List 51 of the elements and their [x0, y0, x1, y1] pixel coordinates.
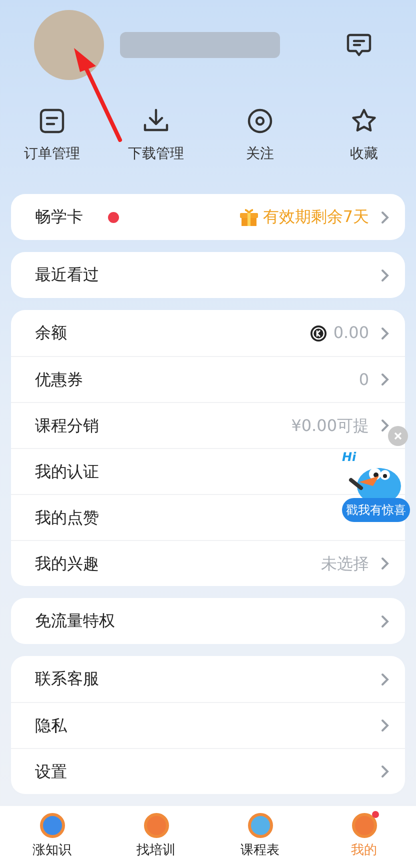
row-value: 未选择 [321, 552, 369, 574]
chevron-right-icon [381, 268, 389, 282]
download-icon [143, 108, 169, 134]
close-icon [394, 432, 402, 440]
message-button[interactable] [346, 32, 372, 58]
menu-row[interactable]: 我的兴趣 未选择 [11, 540, 405, 586]
row-label: 最近看过 [35, 264, 99, 286]
greeting-text: Hi [342, 449, 356, 466]
row-label: 设置 [35, 760, 67, 782]
menu-row[interactable]: 畅学卡 有效期剩余7天 [11, 194, 405, 240]
quick-action-button[interactable]: 下载管理 [104, 106, 208, 186]
tab-button[interactable]: 课程表 [208, 806, 312, 862]
row-label: 隐私 [35, 714, 67, 736]
tab-icon [40, 813, 64, 838]
menu-row[interactable]: 设置 [11, 748, 405, 794]
tab-icon [144, 813, 168, 838]
chevron-right-icon [381, 672, 389, 686]
row-value: ¥0.00可提 [291, 414, 369, 436]
row-label: 优惠券 [35, 368, 83, 390]
row-label: 我的点赞 [35, 506, 99, 528]
menu-row[interactable]: 优惠券 0 [11, 356, 405, 402]
row-label: 畅学卡 [35, 206, 83, 228]
chevron-right-icon [381, 719, 389, 732]
row-label: 课程分销 [35, 414, 99, 436]
row-label: 联系客服 [35, 668, 99, 690]
row-value: 0.00 [333, 322, 369, 344]
row-label: 免流量特权 [35, 610, 115, 632]
tab-button[interactable]: 涨知识 [0, 806, 104, 862]
menu-row[interactable]: 免流量特权 [11, 598, 405, 644]
tab-button[interactable]: 找培训 [104, 806, 208, 862]
star-icon [351, 108, 377, 134]
chevron-right-icon [381, 614, 389, 628]
row-label: 余额 [35, 322, 67, 344]
tab-icon [248, 813, 272, 838]
chevron-right-icon [381, 765, 389, 778]
menu-row[interactable]: 隐私 [11, 702, 405, 748]
message-icon [346, 32, 372, 58]
quick-action-button[interactable]: 订单管理 [0, 106, 104, 186]
document-icon [39, 108, 65, 134]
chevron-right-icon [381, 210, 389, 224]
tab-icon [352, 813, 376, 838]
row-value: 有效期剩余7天 [262, 206, 369, 228]
row-label: 我的认证 [35, 460, 99, 482]
row-label: 我的兴趣 [35, 552, 99, 574]
row-value: 0 [358, 368, 369, 390]
menu-row[interactable]: 联系客服 [11, 656, 405, 702]
surprise-tooltip[interactable]: 戳我有惊喜 [342, 498, 410, 522]
quick-action-button[interactable]: 关注 [208, 106, 312, 186]
menu-row[interactable]: 余额 0.00 [11, 310, 405, 356]
quick-action-button[interactable]: 收藏 [312, 106, 416, 186]
menu-row[interactable]: 最近看过 [11, 252, 405, 298]
